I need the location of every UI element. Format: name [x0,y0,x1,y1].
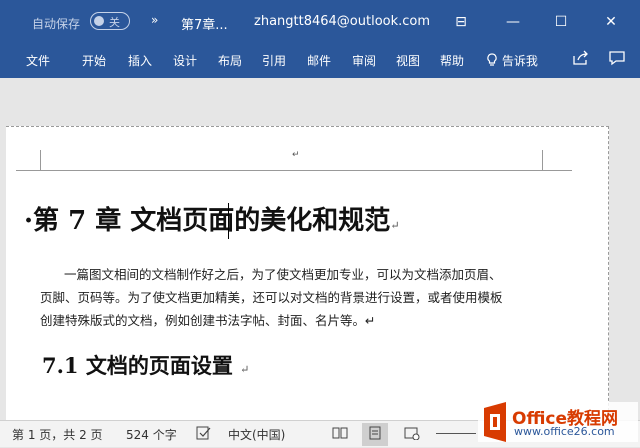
title-bar: 自动保存 关 » 第7章... zhangtt8464@outlook.com … [0,0,640,44]
chapter-title[interactable]: ·第 7 章 文档页面的美化和规范↵ [24,200,400,237]
tab-file[interactable]: 文件 [26,52,50,69]
header-paragraph-mark: ↵ [292,150,300,160]
site-watermark: Office教程网 www.office26.com [476,398,640,444]
ribbon-display-options-button[interactable]: ⊟ [446,8,476,36]
left-margin-marker [40,150,41,170]
chapter-title-text: ·第 7 章 文档页面的美化和规范 [24,206,391,236]
close-button[interactable]: ✕ [596,8,626,36]
share-icon[interactable] [572,50,590,70]
read-mode-icon[interactable] [332,426,348,443]
text-cursor [228,203,229,239]
zoom-slider[interactable] [436,433,476,434]
comment-icon[interactable] [608,50,626,70]
tab-help[interactable]: 帮助 [440,52,464,69]
tab-layout[interactable]: 布局 [218,52,242,69]
chapter-paragraph-mark: ↵ [390,219,400,232]
user-account[interactable]: zhangtt8464@outlook.com [254,14,430,29]
tab-view[interactable]: 视图 [396,52,420,69]
paragraph-line: 页脚、页码等。为了使文档更加精美，还可以对文档的背景进行设置，或者使用模板 [40,290,503,305]
autosave-toggle[interactable]: 关 [90,12,130,30]
tab-insert[interactable]: 插入 [128,52,152,69]
body-paragraph[interactable]: 一篇图文相间的文档制作好之后，为了使文档更加专业，可以为文档添加页眉、 页脚、页… [40,263,552,332]
tab-home[interactable]: 开始 [82,52,106,69]
ribbon-tabs: 文件 开始 插入 设计 布局 引用 邮件 审阅 视图 帮助 告诉我 [0,44,640,78]
right-margin-marker [542,150,543,170]
tab-design[interactable]: 设计 [173,52,197,69]
language-indicator[interactable]: 中文(中国) [228,426,285,443]
tab-references[interactable]: 引用 [262,52,286,69]
tab-mailings[interactable]: 邮件 [307,52,331,69]
section-paragraph-mark: ↵ [240,363,250,376]
tab-review[interactable]: 审阅 [352,52,376,69]
tell-me-button[interactable]: 告诉我 [486,52,538,69]
tell-me-label: 告诉我 [501,54,538,68]
paragraph-line: 一篇图文相间的文档制作好之后，为了使文档更加专业，可以为文档添加页眉、 [64,267,502,282]
section-title-text: 7.1 文档的页面设置 [42,353,233,378]
toggle-knob [94,16,104,26]
document-title: 第7章... [181,18,228,33]
header-separator-line [16,170,572,171]
maximize-button[interactable]: ☐ [546,8,576,36]
autosave-state: 关 [109,16,120,29]
print-layout-icon[interactable] [362,423,388,446]
quick-access-more-button[interactable]: » [151,13,158,27]
minimize-button[interactable]: — [498,8,528,36]
paragraph-line: 创建特殊版式的文档，例如创建书法字帖、封面、名片等。↵ [40,313,376,328]
lightbulb-icon [487,53,497,66]
autosave-label: 自动保存 [32,17,81,31]
watermark-url: www.office26.com [514,425,615,438]
proofing-icon[interactable] [196,426,212,443]
web-layout-icon[interactable] [404,426,420,443]
section-title[interactable]: 7.1 文档的页面设置 ↵ [42,350,249,380]
page-info[interactable]: 第 1 页，共 2 页 [12,426,103,443]
word-count[interactable]: 524 个字 [126,426,177,443]
